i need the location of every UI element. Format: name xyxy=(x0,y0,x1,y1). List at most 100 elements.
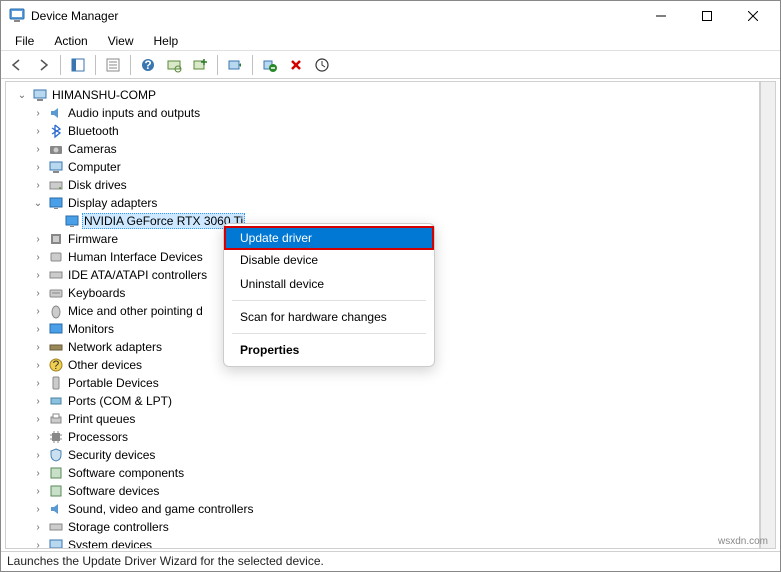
expand-icon[interactable]: › xyxy=(30,429,46,445)
firmware-icon xyxy=(48,231,64,247)
expand-icon[interactable]: › xyxy=(30,501,46,517)
menu-disable-device[interactable]: Disable device xyxy=(224,248,434,272)
system-icon xyxy=(48,537,64,549)
properties-button[interactable] xyxy=(101,53,125,77)
tree-node-display[interactable]: ⌄Display adapters xyxy=(8,194,757,212)
display-adapter-icon xyxy=(64,213,80,229)
mouse-icon xyxy=(48,303,64,319)
collapse-icon[interactable]: ⌄ xyxy=(30,195,46,211)
tree-node-security[interactable]: ›Security devices xyxy=(8,446,757,464)
status-text: Launches the Update Driver Wizard for th… xyxy=(7,554,324,568)
menu-file[interactable]: File xyxy=(7,32,42,50)
expand-icon[interactable]: › xyxy=(30,141,46,157)
expand-icon[interactable]: › xyxy=(30,177,46,193)
toolbar: ? xyxy=(1,51,780,79)
title-bar: Device Manager xyxy=(1,1,780,31)
expand-icon[interactable]: › xyxy=(30,339,46,355)
expand-icon[interactable]: › xyxy=(30,231,46,247)
tree-node-system[interactable]: ›System devices xyxy=(8,536,757,549)
expand-icon[interactable]: › xyxy=(30,123,46,139)
disable-button[interactable] xyxy=(284,53,308,77)
minimize-button[interactable] xyxy=(638,1,684,31)
expand-icon[interactable]: › xyxy=(30,411,46,427)
printer-icon xyxy=(48,411,64,427)
toolbar-separator xyxy=(217,55,218,75)
enable-button[interactable] xyxy=(310,53,334,77)
maximize-button[interactable] xyxy=(684,1,730,31)
menu-uninstall-device[interactable]: Uninstall device xyxy=(224,272,434,296)
menu-separator xyxy=(232,300,426,301)
expand-icon[interactable]: › xyxy=(30,159,46,175)
software-icon xyxy=(48,483,64,499)
expand-icon[interactable]: › xyxy=(30,519,46,535)
tree-node-computer[interactable]: ›Computer xyxy=(8,158,757,176)
scan-hardware-button[interactable] xyxy=(162,53,186,77)
svg-text:?: ? xyxy=(144,58,151,72)
toolbar-separator xyxy=(95,55,96,75)
security-icon xyxy=(48,447,64,463)
expand-icon[interactable]: › xyxy=(30,465,46,481)
processor-icon xyxy=(48,429,64,445)
tree-node-sound[interactable]: ›Sound, video and game controllers xyxy=(8,500,757,518)
sound-icon xyxy=(48,501,64,517)
tree-node-cameras[interactable]: ›Cameras xyxy=(8,140,757,158)
expand-icon[interactable]: › xyxy=(30,267,46,283)
forward-button[interactable] xyxy=(31,53,55,77)
help-button[interactable]: ? xyxy=(136,53,160,77)
menu-view[interactable]: View xyxy=(100,32,142,50)
expand-icon[interactable]: › xyxy=(30,303,46,319)
tree-node-softdev[interactable]: ›Software devices xyxy=(8,482,757,500)
svg-text:?: ? xyxy=(53,358,60,372)
network-icon xyxy=(48,339,64,355)
toolbar-separator xyxy=(60,55,61,75)
expand-icon[interactable]: › xyxy=(30,105,46,121)
camera-icon xyxy=(48,141,64,157)
expand-icon[interactable]: › xyxy=(30,537,46,549)
menu-update-driver[interactable]: Update driver xyxy=(224,226,434,250)
menu-properties[interactable]: Properties xyxy=(224,338,434,362)
expand-icon[interactable]: › xyxy=(30,285,46,301)
menu-scan-hardware[interactable]: Scan for hardware changes xyxy=(224,305,434,329)
portable-icon xyxy=(48,375,64,391)
uninstall-button[interactable] xyxy=(258,53,282,77)
display-adapter-icon xyxy=(48,195,64,211)
expand-icon[interactable]: › xyxy=(30,249,46,265)
collapse-icon[interactable]: ⌄ xyxy=(14,87,30,103)
expand-icon[interactable]: › xyxy=(30,447,46,463)
expand-icon[interactable]: › xyxy=(30,393,46,409)
menu-separator xyxy=(232,333,426,334)
tree-node-audio[interactable]: ›Audio inputs and outputs xyxy=(8,104,757,122)
vertical-scrollbar[interactable] xyxy=(760,81,776,549)
show-hide-console-button[interactable] xyxy=(66,53,90,77)
toolbar-separator xyxy=(252,55,253,75)
tree-node-storage[interactable]: ›Storage controllers xyxy=(8,518,757,536)
bluetooth-icon xyxy=(48,123,64,139)
tree-node-bluetooth[interactable]: ›Bluetooth xyxy=(8,122,757,140)
ide-icon xyxy=(48,267,64,283)
expand-icon[interactable]: › xyxy=(30,375,46,391)
monitor-icon xyxy=(48,321,64,337)
status-bar: Launches the Update Driver Wizard for th… xyxy=(1,551,780,571)
expand-icon[interactable]: › xyxy=(30,357,46,373)
update-driver-button[interactable] xyxy=(223,53,247,77)
menu-action[interactable]: Action xyxy=(46,32,95,50)
tree-node-softcomp[interactable]: ›Software components xyxy=(8,464,757,482)
expand-icon[interactable]: › xyxy=(30,483,46,499)
tree-node-portable[interactable]: ›Portable Devices xyxy=(8,374,757,392)
tree-node-printq[interactable]: ›Print queues xyxy=(8,410,757,428)
tree-node-processors[interactable]: ›Processors xyxy=(8,428,757,446)
keyboard-icon xyxy=(48,285,64,301)
close-button[interactable] xyxy=(730,1,776,31)
back-button[interactable] xyxy=(5,53,29,77)
expand-icon[interactable]: › xyxy=(30,321,46,337)
tree-root[interactable]: ⌄ HIMANSHU-COMP xyxy=(8,86,757,104)
storage-icon xyxy=(48,519,64,535)
hid-icon xyxy=(48,249,64,265)
tree-node-ports[interactable]: ›Ports (COM & LPT) xyxy=(8,392,757,410)
ports-icon xyxy=(48,393,64,409)
tree-node-disk[interactable]: ›Disk drives xyxy=(8,176,757,194)
window-title: Device Manager xyxy=(31,9,118,23)
app-icon xyxy=(9,8,25,24)
add-hardware-button[interactable] xyxy=(188,53,212,77)
menu-help[interactable]: Help xyxy=(146,32,187,50)
